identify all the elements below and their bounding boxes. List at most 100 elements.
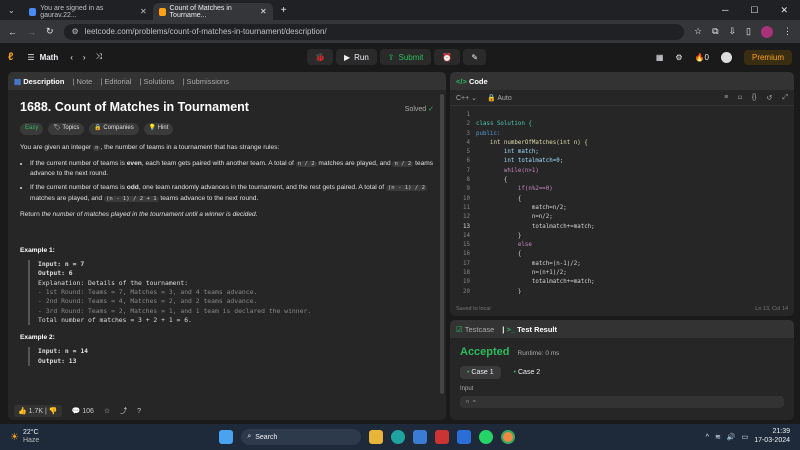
page-title: 1688. Count of Matches in Tournament: [20, 100, 249, 114]
weather-widget[interactable]: ☀ 22°C Haze: [0, 429, 39, 446]
volume-icon[interactable]: 🔊: [727, 433, 736, 441]
browser-tab-leetcode[interactable]: Count of Matches in Tourname... ✕: [152, 3, 273, 20]
tab-editorial[interactable]: | Editorial: [100, 77, 131, 86]
download-icon[interactable]: ⇩: [729, 26, 737, 37]
leetcode-favicon-icon: [158, 7, 166, 16]
case-1-button[interactable]: • Case 1: [460, 366, 501, 379]
notes-icon[interactable]: ✎: [463, 49, 487, 65]
browser-menu-icon[interactable]: ⋮: [783, 26, 792, 37]
check-icon: ✓: [428, 106, 434, 114]
reset-icon[interactable]: ↺: [767, 94, 773, 102]
tab-note[interactable]: | Note: [72, 77, 92, 86]
shuffle-icon[interactable]: ⤨: [96, 52, 102, 62]
premium-button[interactable]: Premium: [743, 49, 792, 65]
code-text[interactable]: class Solution {public: int numberOfMatc…: [476, 111, 794, 294]
description-scrollbar[interactable]: [440, 94, 444, 394]
bookmark-icon[interactable]: ⌑: [738, 94, 742, 102]
line-number: 14: [463, 232, 470, 239]
example-1-heading: Example 1:: [20, 246, 55, 254]
debug-button[interactable]: 🐞: [306, 49, 333, 65]
site-info-icon[interactable]: ⚙: [72, 27, 79, 36]
example-1-block: Input: n = 7 Output: 6 Explanation: Deta…: [28, 260, 434, 326]
clock[interactable]: 21:39 17-03-2024: [754, 428, 790, 446]
share-icon[interactable]: ⤴: [120, 406, 127, 416]
tab-test-result[interactable]: | >_ Test Result: [502, 325, 557, 334]
submit-button[interactable]: ⇪ Submit: [379, 49, 432, 65]
line-number: 3: [466, 130, 471, 137]
favorite-icon[interactable]: ☆: [104, 407, 110, 415]
tab-title: Count of Matches in Tourname...: [169, 4, 232, 19]
topics-tag[interactable]: 🏷 Topics: [48, 123, 85, 135]
case-2-button[interactable]: • Case 2: [507, 366, 548, 379]
run-button[interactable]: ▶ Run: [335, 49, 377, 65]
help-icon[interactable]: ?: [137, 408, 141, 415]
line-number: 6: [466, 158, 471, 165]
description-icon: ▤: [14, 76, 22, 86]
reload-icon[interactable]: ↻: [46, 26, 54, 37]
description-tabs: ▤ Description | Note | Editorial | Solut…: [8, 72, 446, 90]
language-select[interactable]: C++ ⌄: [456, 94, 477, 102]
whatsapp-icon[interactable]: [479, 430, 494, 444]
forward-icon[interactable]: →: [27, 27, 36, 37]
code-editor[interactable]: 1 2 3 4 5 6 7 8 9 10 11 12 13 14 15 16 17 18 19 20 class So…: [450, 106, 794, 294]
file-explorer-icon[interactable]: [369, 430, 384, 444]
address-bar[interactable]: ⚙ leetcode.com/problems/count-of-matches…: [63, 23, 684, 40]
timer-icon[interactable]: ⏰: [434, 49, 461, 65]
difficulty-badge[interactable]: Easy: [20, 123, 44, 135]
edge-icon[interactable]: [391, 430, 406, 444]
tray-chevron-icon[interactable]: ^: [706, 434, 709, 441]
input-value: n =: [460, 396, 784, 408]
line-number: 5: [466, 149, 471, 156]
next-problem-icon[interactable]: ›: [83, 53, 86, 62]
streak-icon[interactable]: 🔥0: [695, 53, 709, 62]
leetcode-logo-icon[interactable]: ℓ: [8, 51, 13, 63]
profile-avatar[interactable]: [761, 25, 773, 38]
maximize-icon[interactable]: ☐: [750, 5, 758, 16]
back-icon[interactable]: ←: [8, 27, 17, 37]
terminal-icon: >_: [506, 324, 516, 334]
tab-description[interactable]: ▤ Description: [14, 77, 64, 86]
fullscreen-icon[interactable]: ⤢: [782, 94, 788, 102]
tab-list-icon[interactable]: ⌄: [0, 6, 23, 15]
window-close-icon[interactable]: ✕: [780, 5, 788, 16]
problem-list-icon[interactable]: ☰: [27, 53, 34, 62]
problem-list-label[interactable]: Math: [40, 53, 59, 62]
companies-tag[interactable]: 🔒 Companies: [89, 123, 139, 135]
side-panel-icon[interactable]: ▯: [746, 26, 751, 37]
tab-solutions[interactable]: | Solutions: [140, 77, 175, 86]
extensions-icon[interactable]: ⧉: [712, 26, 718, 37]
close-icon[interactable]: ✕: [140, 7, 147, 16]
store-icon[interactable]: [413, 430, 428, 444]
auto-mode-toggle[interactable]: 🔒 Auto: [487, 94, 512, 102]
battery-icon[interactable]: ▭: [742, 433, 749, 441]
todo-icon[interactable]: [457, 430, 472, 444]
layout-icon[interactable]: ▦: [656, 53, 664, 62]
line-number: 16: [463, 251, 470, 258]
comments-button[interactable]: 💬 106: [72, 407, 94, 415]
code-tab[interactable]: </> Code: [456, 77, 488, 86]
line-number: 9: [466, 186, 471, 193]
avatar[interactable]: [720, 51, 732, 63]
minimize-icon[interactable]: ─: [722, 5, 728, 16]
hint-tag[interactable]: 💡 Hint: [143, 123, 174, 135]
settings-icon[interactable]: ⚙: [675, 53, 682, 62]
close-icon[interactable]: ✕: [260, 7, 267, 16]
format-icon[interactable]: ≡: [724, 94, 728, 101]
browser-tab-signed-in[interactable]: You are signed in as gaurav.22... ✕: [23, 3, 153, 20]
new-tab-icon[interactable]: +: [273, 5, 295, 16]
wifi-icon[interactable]: ≋: [715, 433, 721, 441]
taskbar-search[interactable]: ⌕ Search: [241, 429, 362, 445]
windows-start-icon[interactable]: [219, 430, 234, 444]
braces-icon[interactable]: {}: [752, 94, 757, 101]
line-number: 2: [466, 121, 471, 128]
check-box-icon: ☑: [456, 324, 463, 334]
browser-toolbar: ← → ↻ ⚙ leetcode.com/problems/count-of-m…: [0, 20, 800, 43]
tab-testcase[interactable]: ☑ Testcase: [456, 325, 494, 334]
upload-icon: ⇪: [387, 52, 395, 62]
like-button[interactable]: 👍 1.7K | 👎: [14, 405, 62, 417]
tab-submissions[interactable]: | Submissions: [182, 77, 229, 86]
bookmark-star-icon[interactable]: ☆: [694, 26, 702, 37]
media-icon[interactable]: [435, 430, 450, 444]
chrome-icon[interactable]: [501, 430, 516, 444]
prev-problem-icon[interactable]: ‹: [70, 53, 73, 62]
